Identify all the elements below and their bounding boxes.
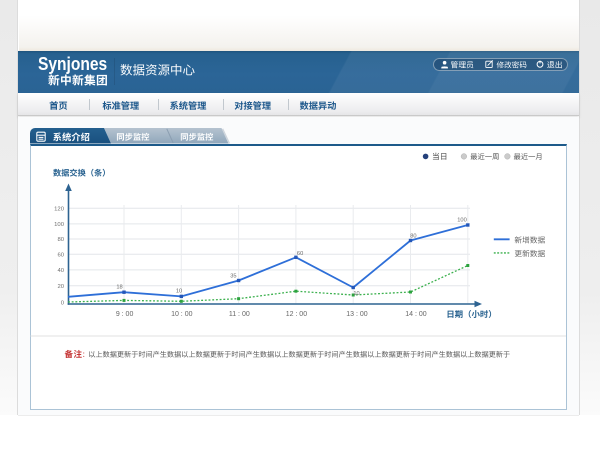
svg-text:10 : 00: 10 : 00: [171, 311, 193, 318]
svg-text:80: 80: [57, 237, 64, 243]
svg-text:9 : 00: 9 : 00: [116, 311, 134, 318]
svg-text:100: 100: [54, 222, 65, 228]
svg-text:60: 60: [57, 253, 64, 259]
svg-text:35: 35: [230, 274, 236, 280]
svg-text:11 : 00: 11 : 00: [229, 311, 250, 318]
svg-text:20: 20: [57, 284, 64, 290]
svg-text:12 : 00: 12 : 00: [286, 311, 308, 318]
svg-text:10: 10: [176, 289, 182, 295]
svg-text:60: 60: [297, 251, 303, 257]
svg-text:40: 40: [57, 268, 64, 274]
svg-text:18: 18: [116, 284, 122, 290]
svg-text:80: 80: [410, 233, 416, 239]
svg-text:120: 120: [54, 207, 65, 213]
svg-text:0: 0: [61, 300, 65, 306]
svg-text:100: 100: [457, 218, 467, 224]
svg-text:13 : 00: 13 : 00: [346, 311, 368, 318]
svg-text:10: 10: [353, 291, 359, 297]
svg-text:14 : 00: 14 : 00: [405, 311, 427, 318]
